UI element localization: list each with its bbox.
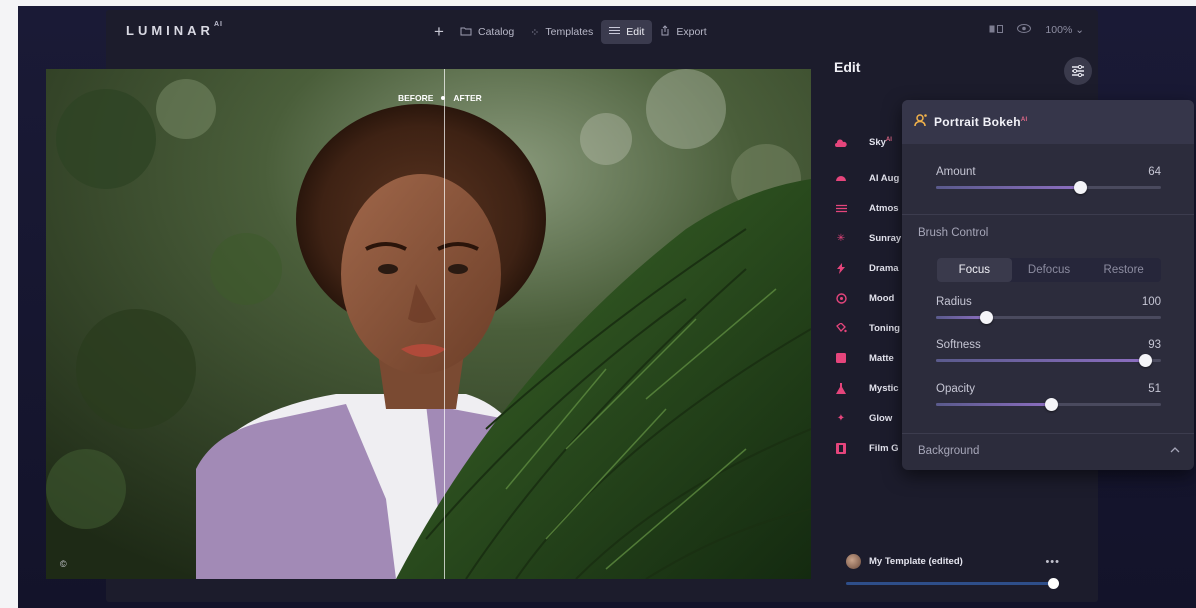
- brush-control-label: Brush Control: [918, 227, 989, 239]
- nav-export[interactable]: Export: [652, 20, 714, 44]
- edit-panel-title: Edit: [834, 59, 861, 75]
- amount-slider[interactable]: Amount 64: [936, 166, 1161, 194]
- chevron-up-icon[interactable]: [1170, 445, 1180, 456]
- template-slider-thumb[interactable]: [1048, 578, 1059, 589]
- folder-icon: [460, 26, 472, 39]
- opacity-thumb[interactable]: [1044, 398, 1058, 411]
- zoom-select[interactable]: 100% ⌄: [1045, 24, 1084, 36]
- app-logo: LUMINARAI: [126, 21, 223, 38]
- info-icon[interactable]: ©: [60, 559, 67, 569]
- opacity-slider[interactable]: Opacity 51: [936, 383, 1161, 411]
- template-strength-slider[interactable]: [846, 582, 1056, 585]
- portrait-bokeh-panel: Portrait BokehAI Amount 64 Brush Control…: [902, 100, 1194, 470]
- square-icon: [834, 351, 848, 365]
- adjustments-button[interactable]: [1064, 57, 1092, 85]
- radius-track[interactable]: [936, 311, 1161, 324]
- haze-icon: [834, 201, 848, 215]
- brush-mode-restore[interactable]: Restore: [1086, 258, 1161, 282]
- main-nav: + Catalog ⁘ Templates Edit Export: [426, 20, 715, 44]
- nav-catalog[interactable]: Catalog: [452, 20, 522, 44]
- add-photo-button[interactable]: +: [426, 22, 452, 42]
- before-after-divider[interactable]: [444, 69, 445, 579]
- section-divider: [902, 214, 1194, 215]
- spark-icon: ✦: [836, 412, 846, 424]
- radius-thumb[interactable]: [979, 311, 993, 324]
- template-name: My Template (edited): [869, 556, 963, 567]
- brush-mode-focus[interactable]: Focus: [937, 258, 1012, 282]
- background-section-label[interactable]: Background: [918, 445, 979, 457]
- film-icon: [834, 441, 848, 455]
- nav-templates[interactable]: ⁘ Templates: [522, 20, 601, 44]
- amount-track[interactable]: [936, 181, 1161, 194]
- before-after-labels: BEFORE AFTER: [398, 93, 482, 103]
- template-avatar: [846, 554, 861, 569]
- brush-mode-segmented-control: Focus Defocus Restore: [937, 258, 1161, 282]
- cloud-icon: [834, 136, 848, 150]
- softness-track[interactable]: [936, 354, 1161, 367]
- portrait-photo: [46, 69, 811, 579]
- photo-canvas[interactable]: BEFORE AFTER ©: [46, 69, 811, 579]
- bucket-icon: [834, 321, 848, 335]
- lightning-icon: [834, 261, 848, 275]
- softness-thumb[interactable]: [1139, 354, 1153, 367]
- popup-title: Portrait BokehAI: [934, 115, 1028, 129]
- split-handle[interactable]: [441, 96, 446, 100]
- section-divider: [902, 433, 1194, 434]
- mood-icon: [834, 291, 848, 305]
- share-icon: [660, 25, 670, 39]
- sliders-icon: [1072, 65, 1084, 77]
- portrait-icon: [914, 113, 928, 132]
- sliders-icon: [609, 26, 621, 38]
- opacity-track[interactable]: [936, 398, 1161, 411]
- top-bar: LUMINARAI + Catalog ⁘ Templates Edit Exp…: [106, 10, 1098, 52]
- softness-fill: [936, 359, 1146, 362]
- radius-fill: [936, 316, 986, 319]
- brush-mode-defocus[interactable]: Defocus: [1012, 258, 1087, 282]
- template-row[interactable]: My Template (edited) •••: [846, 554, 1060, 569]
- more-options-button[interactable]: •••: [1045, 556, 1060, 568]
- amount-fill: [936, 186, 1080, 189]
- dome-icon: [834, 171, 848, 185]
- nav-edit[interactable]: Edit: [601, 20, 653, 44]
- sparkle-icon: ⁘: [530, 26, 540, 39]
- opacity-fill: [936, 403, 1051, 406]
- portrait-bokeh-header[interactable]: Portrait BokehAI: [902, 100, 1194, 144]
- eye-icon[interactable]: [1017, 24, 1032, 36]
- sun-icon: ✳: [836, 232, 846, 244]
- flask-icon: [834, 381, 848, 395]
- compare-icon[interactable]: [989, 24, 1004, 36]
- radius-slider[interactable]: Radius 100: [936, 296, 1161, 324]
- view-controls: 100% ⌄: [989, 24, 1084, 36]
- softness-slider[interactable]: Softness 93: [936, 339, 1161, 367]
- amount-thumb[interactable]: [1074, 181, 1087, 194]
